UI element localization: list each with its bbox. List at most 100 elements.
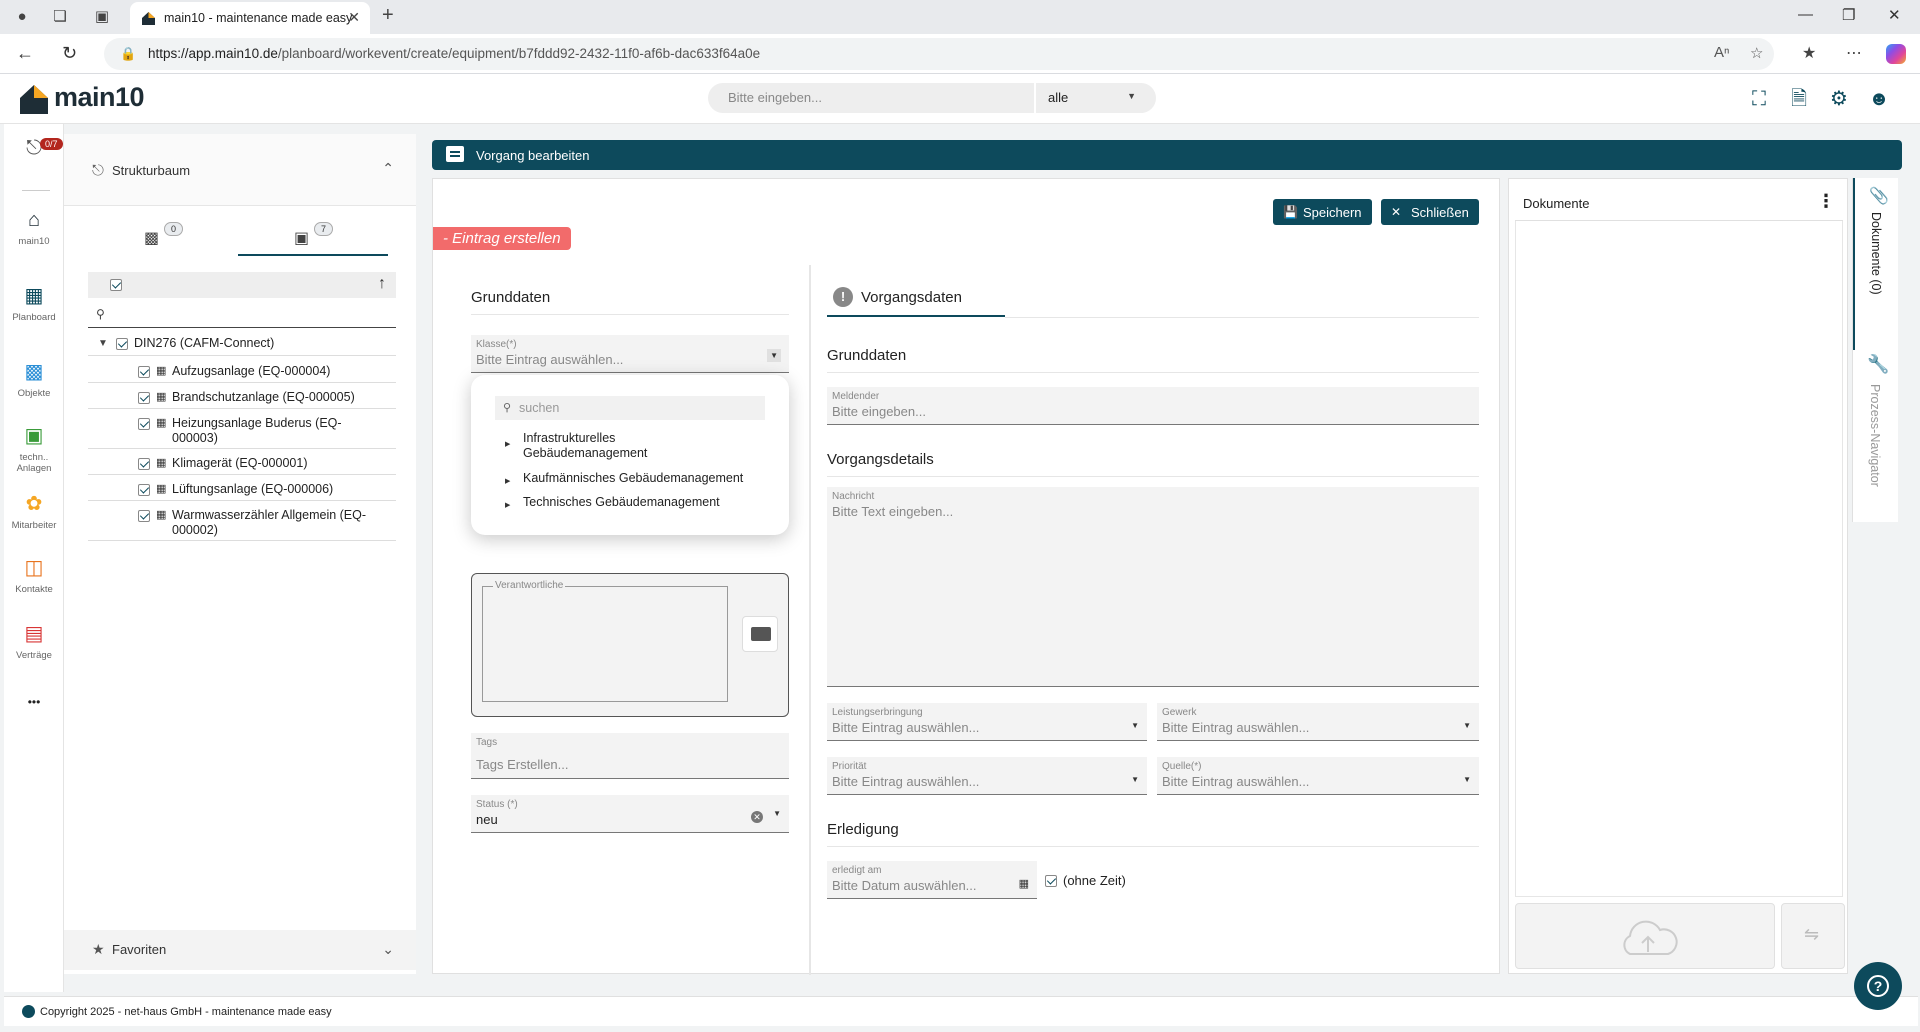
select-all-checkbox[interactable] <box>110 279 122 291</box>
rail-item-objekte[interactable]: ▩ Objekte <box>4 360 64 399</box>
tree-item-label: Lüftungsanlage (EQ-000006) <box>172 482 334 496</box>
rail-item-main10[interactable]: ⌂ main10 <box>4 208 64 247</box>
caret-down-icon[interactable]: ▼ <box>1463 775 1471 784</box>
tab-actions-icon[interactable]: ▣ <box>92 7 112 27</box>
caret-down-icon[interactable]: ▼ <box>1131 721 1139 730</box>
chevron-down-icon[interactable]: ⌄ <box>382 941 394 958</box>
equipment-item-icon: ▦ <box>156 365 167 377</box>
tree-item[interactable]: ▦ Aufzugsanlage (EQ-000004) <box>88 358 396 383</box>
equipment-icon: ▣ <box>24 425 44 447</box>
tab-close-icon[interactable]: ✕ <box>348 9 360 26</box>
tags-input[interactable]: Tags Tags Erstellen... <box>471 733 789 779</box>
meldender-input[interactable]: Meldender Bitte eingeben... <box>827 387 1479 425</box>
sort-icon[interactable]: ↑ <box>378 275 386 293</box>
field-label: erledigt am <box>832 865 882 876</box>
read-aloud-icon[interactable]: Aⁿ <box>1714 44 1729 61</box>
tree-item-checkbox[interactable] <box>138 366 150 378</box>
status-select[interactable]: Status (*) neu ✕ ▼ <box>471 795 789 833</box>
calendar-icon[interactable]: ▦ <box>1019 877 1029 890</box>
dropdown-search-input[interactable]: ⚲ suchen <box>495 396 765 420</box>
report-icon[interactable]: 🗎 <box>1786 86 1812 112</box>
caret-down-icon[interactable]: ▼ <box>773 809 781 818</box>
rail-more-button[interactable]: ••• <box>4 690 64 714</box>
workspaces-icon[interactable]: ❏ <box>50 7 70 27</box>
tree-item-checkbox[interactable] <box>138 392 150 404</box>
globe-icon <box>22 1005 35 1018</box>
tab-buildings[interactable]: ▩ 0 <box>88 216 238 256</box>
rail-item-kontakte[interactable]: ◫ Kontakte <box>4 556 64 595</box>
tree-item[interactable]: ▦ Warmwasserzähler Allgemein (EQ-000002) <box>88 502 396 541</box>
user-account-icon[interactable]: ☻ <box>1866 86 1892 112</box>
prioritaet-select[interactable]: Priorität Bitte Eintrag auswählen... ▼ <box>827 757 1147 795</box>
new-tab-icon[interactable]: + <box>382 4 394 27</box>
settings-gear-icon[interactable]: ⚙ <box>1826 86 1852 112</box>
window-close-icon[interactable]: ✕ <box>1888 6 1901 24</box>
back-icon[interactable]: ← <box>16 43 34 64</box>
kebab-menu-icon[interactable]: ⋮ <box>1817 191 1835 212</box>
copilot-icon[interactable] <box>1886 44 1906 64</box>
main10-logo-icon[interactable] <box>18 83 50 115</box>
url-field[interactable]: 🔒 https://app.main10.de/planboard/workev… <box>104 38 1774 70</box>
upload-dropzone[interactable] <box>1515 903 1775 969</box>
responsible-list[interactable]: Verantwortliche <box>482 580 728 702</box>
favorites-header[interactable]: ★ Favoriten ⌄ <box>64 930 416 970</box>
tree-item[interactable]: ▦ Brandschutzanlage (EQ-000005) <box>88 384 396 409</box>
tree-item[interactable]: ▦ Heizungsanlage Buderus (EQ-000003) <box>88 410 396 449</box>
scan-icon[interactable]: ⛶ <box>1746 86 1772 112</box>
caret-down-icon[interactable]: ▼ <box>1131 775 1139 784</box>
more-menu-icon[interactable]: ⋯ <box>1846 43 1862 63</box>
close-button[interactable]: ✕ Schließen <box>1381 199 1479 225</box>
favorites-icon[interactable]: ★ <box>1802 43 1816 63</box>
klasse-select[interactable]: Klasse(*) Bitte Eintrag auswählen... ▼ <box>471 335 789 373</box>
side-tab-documents[interactable]: 📎 Dokumente (0) <box>1853 178 1899 350</box>
caret-right-icon[interactable]: ▶ <box>505 437 510 452</box>
tree-item-checkbox[interactable] <box>138 510 150 522</box>
field-label: Gewerk <box>1162 707 1197 718</box>
browser-tab[interactable]: main10 - maintenance made easy ✕ <box>130 2 370 34</box>
site-info-icon[interactable]: 🔒 <box>120 46 136 62</box>
expand-triangle-icon[interactable]: ▼ <box>98 338 108 349</box>
reload-icon[interactable]: ↻ <box>62 43 77 64</box>
caret-right-icon[interactable]: ▶ <box>505 498 510 513</box>
nachricht-textarea[interactable]: Nachricht Bitte Text eingeben... <box>827 487 1479 687</box>
restore-icon[interactable]: ❐ <box>1842 6 1855 24</box>
profile-icon[interactable]: ● <box>12 7 32 27</box>
tree-item-checkbox[interactable] <box>138 458 150 470</box>
entry-status-tag: - Eintrag erstellen <box>433 227 571 250</box>
add-link-button[interactable]: ⇋ <box>1781 903 1845 969</box>
chevron-up-icon[interactable]: ⌃ <box>382 160 394 177</box>
tree-item-checkbox[interactable] <box>138 484 150 496</box>
save-button[interactable]: 💾 Speichern <box>1273 199 1372 225</box>
structure-header[interactable]: ⎋ Strukturbaum ⌃ <box>64 134 416 206</box>
tree-item-checkbox[interactable] <box>138 418 150 430</box>
rail-item-vertraege[interactable]: ▤ Verträge <box>4 622 64 661</box>
tree-filter-input[interactable]: ⚲ <box>88 304 396 328</box>
rail-item-anlagen[interactable]: ▣ techn.. Anlagen <box>4 424 64 474</box>
caret-down-icon[interactable]: ▼ <box>1463 721 1471 730</box>
caret-right-icon[interactable]: ▶ <box>505 474 510 489</box>
global-search-input[interactable]: Bitte eingeben... <box>708 83 1034 113</box>
tree-root-checkbox[interactable] <box>116 338 128 350</box>
clear-icon[interactable]: ✕ <box>751 811 763 823</box>
tree-item-label: Warmwasserzähler Allgemein (EQ-000002) <box>172 508 367 537</box>
tree-item[interactable]: ▦ Lüftungsanlage (EQ-000006) <box>88 476 396 501</box>
quelle-select[interactable]: Quelle(*) Bitte Eintrag auswählen... ▼ <box>1157 757 1479 795</box>
tree-item[interactable]: ▦ Klimagerät (EQ-000001) <box>88 450 396 475</box>
rail-item-mitarbeiter[interactable]: ✿ Mitarbeiter <box>4 492 64 531</box>
checkbox-box[interactable] <box>1045 875 1057 887</box>
gewerk-select[interactable]: Gewerk Bitte Eintrag auswählen... ▼ <box>1157 703 1479 741</box>
search-scope-select[interactable]: alle ▼ <box>1036 83 1156 113</box>
tab-equipment[interactable]: ▣ 7 <box>238 216 388 256</box>
rail-item-planboard[interactable]: ▦ Planboard <box>4 284 64 323</box>
logo-text[interactable]: main10 <box>54 82 145 113</box>
help-button[interactable]: ? <box>1854 962 1902 1010</box>
favorite-star-icon[interactable]: ☆ <box>1750 44 1763 62</box>
tab-vorgangsdaten[interactable]: ! Vorgangsdaten <box>827 277 1005 317</box>
erledigt-am-datepicker[interactable]: erledigt am Bitte Datum auswählen... ▦ <box>827 861 1037 899</box>
caret-down-icon[interactable]: ▼ <box>767 349 781 362</box>
add-responsible-button[interactable] <box>742 616 778 652</box>
minimize-icon[interactable]: — <box>1798 6 1813 23</box>
leistungserbringung-select[interactable]: Leistungserbringung Bitte Eintrag auswäh… <box>827 703 1147 741</box>
tree-root[interactable]: ▼ DIN276 (CAFM-Connect) <box>88 332 396 356</box>
employees-icon: ✿ <box>25 493 43 515</box>
